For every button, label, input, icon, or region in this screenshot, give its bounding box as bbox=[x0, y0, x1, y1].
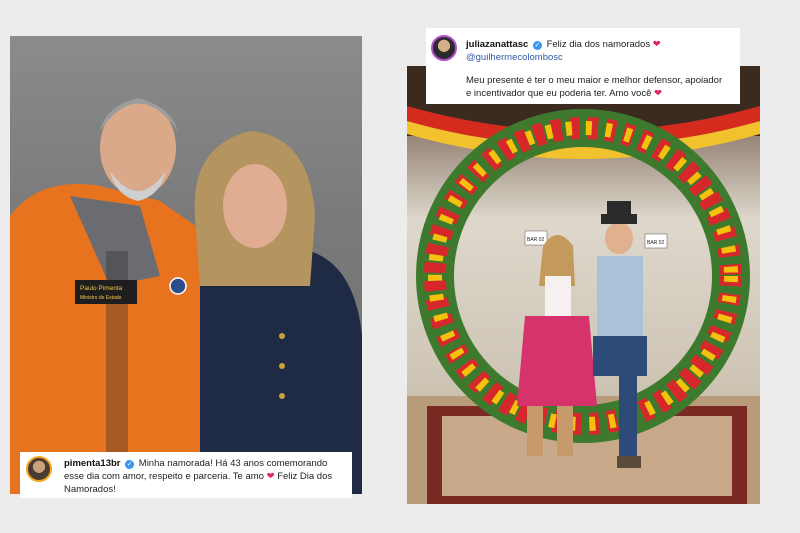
heart-icon: ❤ bbox=[652, 39, 661, 50]
plaid-shirt bbox=[597, 256, 643, 336]
heart-icon: ❤ bbox=[654, 88, 662, 99]
coat-button bbox=[279, 393, 285, 399]
heart-icon: ❤ bbox=[266, 471, 275, 482]
avatar[interactable] bbox=[26, 456, 52, 482]
coat-button bbox=[279, 363, 285, 369]
verified-icon: ✓ bbox=[532, 41, 542, 50]
left-caption-card: pimenta13br ✓ Minha namorada! Há 43 anos… bbox=[20, 452, 352, 498]
emblem-patch bbox=[169, 277, 187, 295]
badge-line-1: Paulo Pimenta bbox=[80, 285, 123, 292]
right-photo: BAR 02 BAR 02 bbox=[407, 66, 760, 504]
tyrolean-hat-crown bbox=[607, 201, 631, 217]
verified-icon: ✓ bbox=[125, 460, 135, 469]
left-photo-illustration: Paulo Pimenta Ministro de Estado bbox=[10, 98, 362, 494]
bar-sign-1-text: BAR 02 bbox=[527, 237, 544, 243]
left-photo: Paulo Pimenta Ministro de Estado bbox=[10, 36, 362, 494]
mention-link[interactable]: @guilhermecolombosc bbox=[466, 51, 730, 64]
woman-face bbox=[223, 164, 287, 248]
username[interactable]: juliazanattasc bbox=[466, 39, 528, 50]
blouse bbox=[545, 276, 571, 316]
avatar[interactable] bbox=[431, 35, 457, 61]
jeans-leg bbox=[619, 376, 637, 456]
bar-sign-2-text: BAR 02 bbox=[647, 240, 664, 246]
caption-headline: Feliz dia dos namorados bbox=[546, 39, 651, 50]
right-photo-illustration: BAR 02 BAR 02 bbox=[407, 66, 760, 504]
boot-right bbox=[557, 406, 573, 456]
jeans-lap bbox=[593, 336, 647, 376]
boot-left bbox=[527, 406, 543, 456]
caption-text: Meu presente é ter o meu maior e melhor … bbox=[466, 75, 723, 99]
man-face bbox=[605, 222, 633, 254]
username[interactable]: pimenta13br bbox=[64, 458, 121, 469]
caption-body: Meu presente é ter o meu maior e melhor … bbox=[466, 74, 730, 100]
coat-button bbox=[279, 333, 285, 339]
sneaker bbox=[617, 456, 641, 468]
right-caption-card: juliazanattasc ✓ Feliz dia dos namorados… bbox=[426, 28, 740, 104]
dirndl-skirt bbox=[517, 316, 597, 406]
badge-line-2: Ministro de Estado bbox=[80, 295, 122, 301]
